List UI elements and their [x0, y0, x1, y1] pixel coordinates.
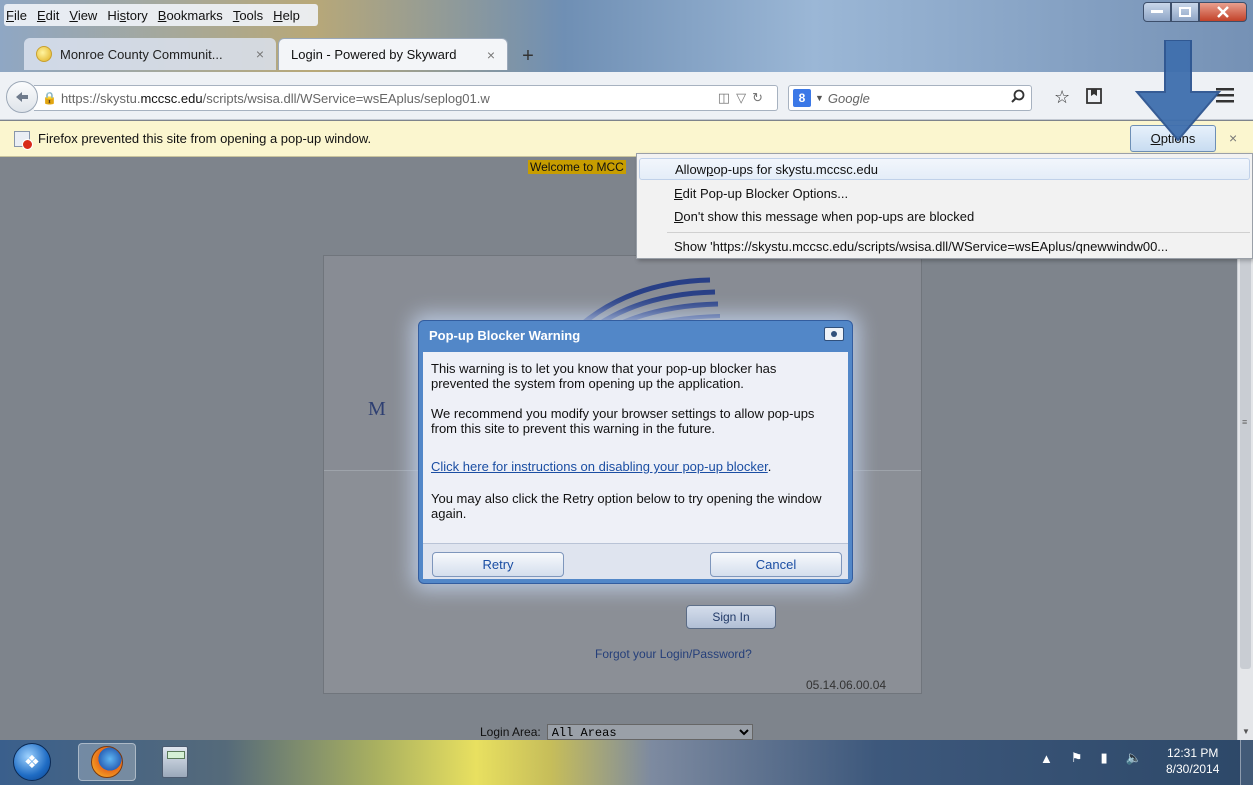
welcome-marquee: Welcome to MCC: [528, 160, 626, 174]
tab-strip: Monroe County Communit... × Login - Powe…: [24, 34, 542, 70]
back-button[interactable]: [6, 81, 38, 113]
tab-label: Monroe County Communit...: [60, 46, 223, 62]
dialog-footer: Retry Cancel: [423, 543, 848, 579]
forgot-password-link[interactable]: Forgot your Login/Password?: [595, 647, 752, 661]
sign-in-button[interactable]: Sign In: [686, 605, 776, 629]
tab-monroe-county[interactable]: Monroe County Communit... ×: [24, 38, 276, 70]
tab-close-icon[interactable]: ×: [487, 47, 495, 63]
url-host: mccsc.edu: [140, 90, 203, 106]
link-suffix: .: [767, 459, 772, 474]
window-controls: [1143, 2, 1247, 22]
battery-icon[interactable]: ▮: [1101, 750, 1108, 766]
district-name-text: M: [368, 398, 386, 420]
system-clock[interactable]: 12:31 PM 8/30/2014: [1166, 745, 1219, 777]
popup-options-menu: Allow p op-ups for skystu.mccsc.edu Edit …: [636, 153, 1253, 259]
show-hidden-icons-icon[interactable]: ▲: [1040, 751, 1053, 766]
menu-item-allow-popups[interactable]: Allow p op-ups for skystu.mccsc.edu: [639, 158, 1250, 180]
popup-blocked-notification-bar: Firefox prevented this site from opening…: [0, 121, 1253, 157]
address-bar[interactable]: 🔒 https://skystu. mccsc.edu/scripts/wsisa…: [34, 85, 778, 111]
firefox-icon: [91, 746, 123, 778]
login-area-label: Login Area:: [480, 725, 541, 739]
menu-view[interactable]: View: [69, 8, 97, 23]
clock-date: 8/30/2014: [1166, 762, 1220, 776]
scroll-down-icon[interactable]: ▼: [1242, 727, 1250, 736]
notification-close-icon[interactable]: ×: [1229, 130, 1237, 146]
reload-icon[interactable]: ↻: [752, 90, 769, 105]
menu-item-edit-blocker-options[interactable]: Edit Pop-up Blocker Options...: [639, 182, 1250, 204]
menu-edit[interactable]: Edit: [37, 8, 59, 23]
menu-item-show-blocked-popup[interactable]: Show 'https://skystu.mccsc.edu/scripts/w…: [639, 235, 1250, 257]
dialog-title: Pop-up Blocker Warning: [429, 328, 581, 343]
windows-taskbar: ❖ ▲ ⚑ ▮ 🔈 12:31 PM 8/30/2014: [0, 740, 1253, 785]
retry-button[interactable]: Retry: [432, 552, 564, 577]
menu-separator: [667, 232, 1250, 233]
new-tab-button[interactable]: +: [514, 42, 542, 70]
maximize-icon: [1179, 7, 1191, 17]
disable-popup-blocker-instructions-link[interactable]: Click here for instructions on disabling…: [431, 459, 768, 474]
menu-bookmarks[interactable]: Bookmarks: [158, 8, 223, 23]
action-center-flag-icon[interactable]: ⚑: [1071, 750, 1083, 766]
dropdown-icon[interactable]: ▽: [736, 90, 752, 105]
minimize-button[interactable]: [1143, 2, 1171, 22]
bookmark-star-icon[interactable]: ☆: [1054, 87, 1070, 108]
menu-bar: File Edit View History Bookmarks Tools H…: [4, 4, 318, 26]
system-tray: ▲ ⚑ ▮ 🔈: [1040, 750, 1160, 766]
close-icon: [1217, 6, 1229, 18]
taskbar-firefox[interactable]: [78, 743, 136, 781]
login-area-select[interactable]: All Areas: [546, 724, 753, 740]
lock-icon: 🔒: [42, 91, 57, 105]
close-window-button[interactable]: [1199, 2, 1247, 22]
menu-item-dont-show-message[interactable]: Don't show this message when pop-ups are…: [639, 205, 1250, 227]
engine-dropdown-icon[interactable]: ▼: [815, 93, 824, 103]
dialog-body: This warning is to let you know that you…: [423, 352, 848, 543]
site-favicon-icon: [36, 46, 52, 62]
annotation-arrow-icon: [1134, 40, 1222, 142]
camera-icon[interactable]: [824, 327, 844, 341]
notification-message: Firefox prevented this site from opening…: [38, 131, 372, 146]
menu-tools[interactable]: Tools: [233, 8, 263, 23]
back-arrow-icon: [16, 92, 28, 102]
popup-blocker-warning-dialog: Pop-up Blocker Warning This warning is t…: [418, 320, 853, 584]
tab-close-icon[interactable]: ×: [256, 46, 264, 62]
search-bar[interactable]: 8 ▼ Google: [788, 85, 1032, 111]
maximize-button[interactable]: [1171, 2, 1199, 22]
search-placeholder: Google: [827, 90, 870, 106]
window-titlebar: File Edit View History Bookmarks Tools H…: [0, 0, 1253, 72]
dialog-paragraph: We recommend you modify your browser set…: [431, 406, 815, 436]
search-engine-icon[interactable]: 8: [793, 89, 811, 107]
show-desktop-button[interactable]: [1240, 740, 1253, 785]
url-path: /scripts/wsisa.dll/WService=wsEAplus/sep…: [202, 90, 490, 106]
clock-time: 12:31 PM: [1167, 746, 1219, 760]
calculator-icon: [162, 746, 188, 778]
menu-help[interactable]: Help: [273, 8, 300, 23]
menu-file[interactable]: File: [6, 8, 27, 23]
navigation-toolbar: 🔒 https://skystu. mccsc.edu/scripts/wsisa…: [0, 72, 1253, 120]
windows-logo-icon: ❖: [13, 743, 51, 781]
grip-icon: ≡: [1242, 417, 1248, 427]
tab-label: Login - Powered by Skyward: [291, 47, 457, 62]
start-button[interactable]: ❖: [4, 742, 60, 782]
tab-skyward-login[interactable]: Login - Powered by Skyward ×: [278, 38, 508, 70]
login-area-row: Login Area: All Areas: [480, 724, 753, 740]
url-scheme: https://skystu.: [60, 90, 141, 106]
search-icon[interactable]: [1011, 89, 1025, 106]
volume-icon[interactable]: 🔈: [1126, 750, 1142, 766]
minimize-icon: [1151, 10, 1163, 13]
taskbar-calculator[interactable]: [146, 743, 204, 781]
url-actions: ◫▽↻: [718, 90, 769, 106]
dialog-paragraph: This warning is to let you know that you…: [431, 361, 777, 391]
bookmarks-menu-icon[interactable]: [1086, 87, 1102, 110]
dialog-paragraph: You may also click the Retry option belo…: [431, 491, 822, 521]
cancel-button[interactable]: Cancel: [710, 552, 842, 577]
menu-history[interactable]: History: [107, 8, 147, 23]
popup-blocked-icon[interactable]: ◫: [718, 90, 736, 105]
version-label: 05.14.06.00.04: [806, 678, 887, 692]
popup-blocked-icon: [14, 130, 33, 150]
